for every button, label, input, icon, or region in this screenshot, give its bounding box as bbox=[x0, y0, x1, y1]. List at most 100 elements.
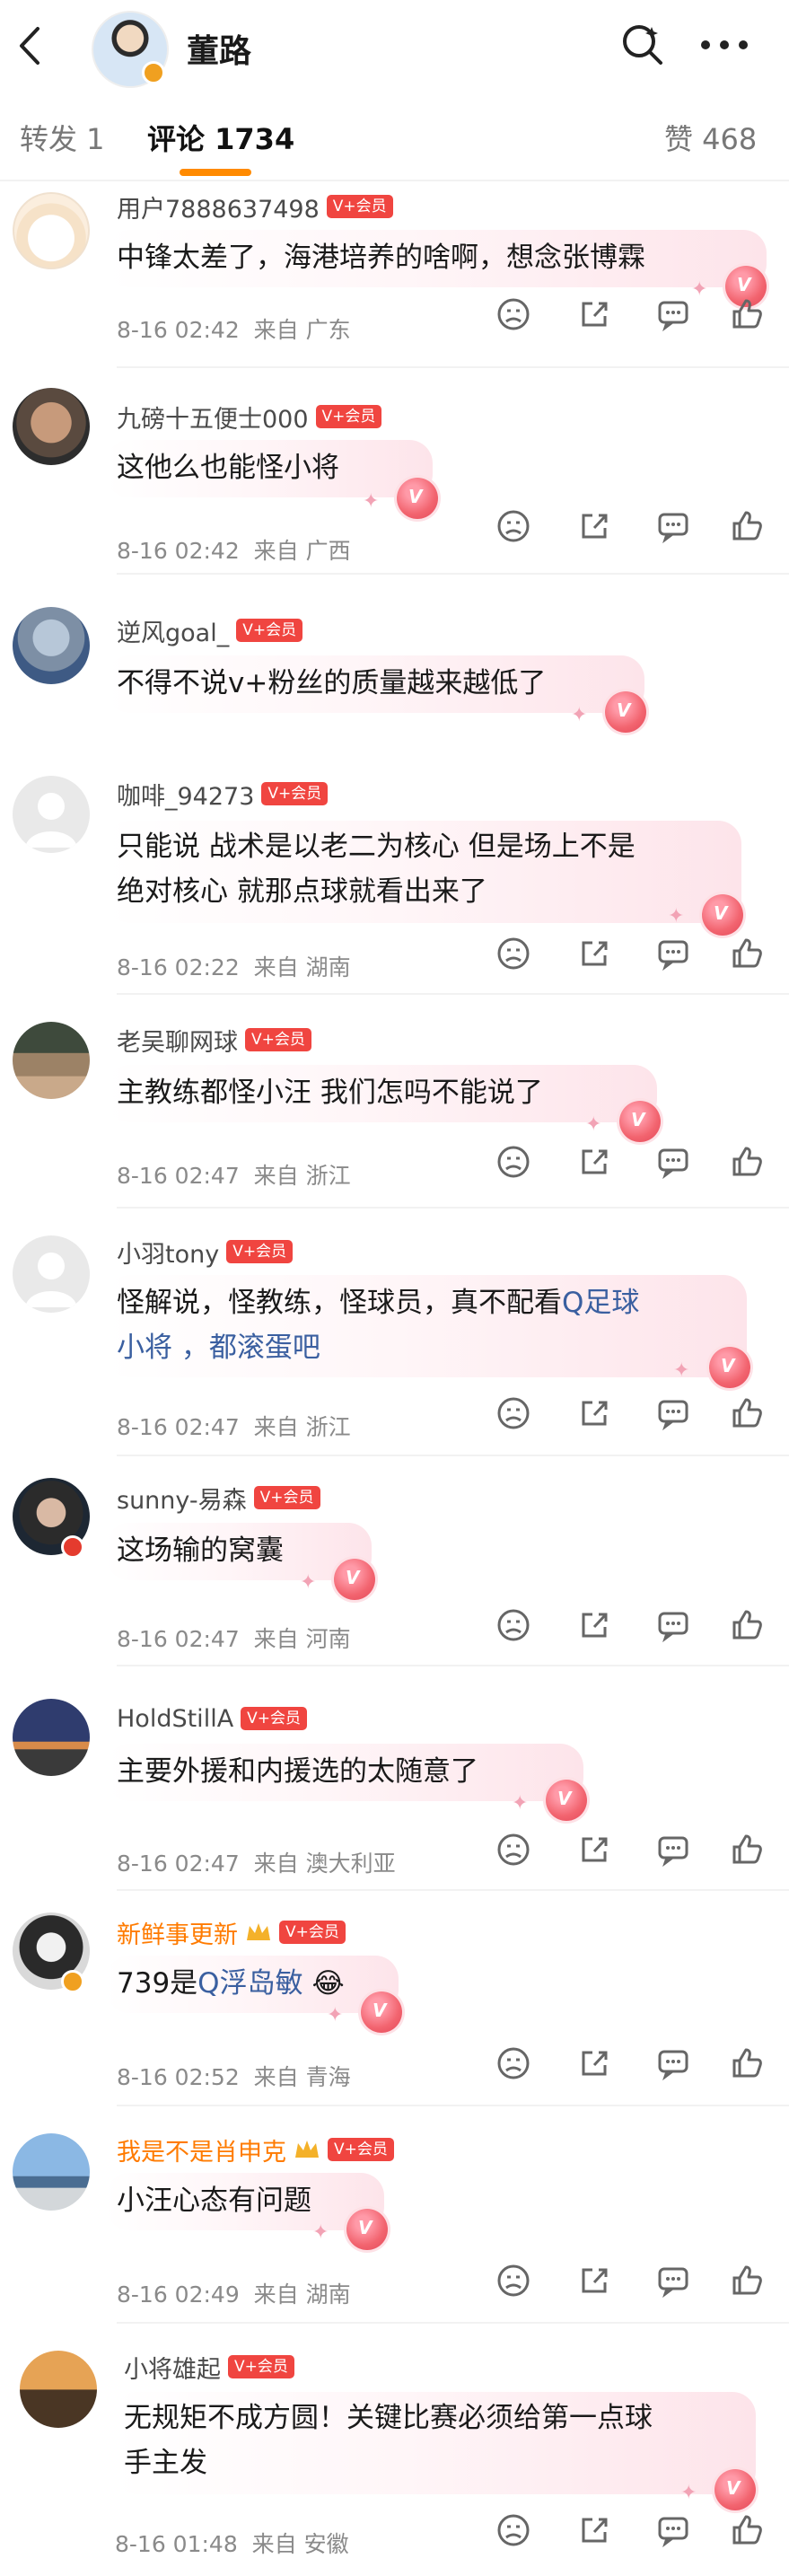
username[interactable]: 用户7888637498 bbox=[117, 189, 320, 224]
sparkle-icon: ✦ bbox=[512, 1792, 529, 1815]
share-icon[interactable] bbox=[576, 2045, 612, 2081]
more-options-icon[interactable] bbox=[697, 22, 752, 68]
comment-header: 老吴聊网球 V+会员 bbox=[117, 1022, 311, 1058]
like-icon[interactable] bbox=[729, 1395, 765, 1431]
like-icon[interactable] bbox=[729, 1832, 765, 1868]
like-icon[interactable] bbox=[729, 508, 765, 544]
comment-icon[interactable] bbox=[655, 2045, 691, 2081]
tab-bar: 转发 1 评论 1734 赞 468 bbox=[0, 99, 789, 180]
username[interactable]: 老吴聊网球 bbox=[117, 1023, 238, 1058]
dislike-icon[interactable] bbox=[495, 936, 531, 971]
comment-meta: 8-16 02:47 来自 浙江 bbox=[117, 1158, 351, 1191]
dislike-icon[interactable] bbox=[495, 1144, 531, 1180]
avatar[interactable] bbox=[13, 776, 90, 853]
comment-icon[interactable] bbox=[655, 508, 691, 544]
username[interactable]: 咖啡_94273 bbox=[117, 777, 254, 812]
like-icon[interactable] bbox=[729, 2263, 765, 2299]
sparkle-icon: ✦ bbox=[691, 278, 708, 301]
dislike-icon[interactable] bbox=[495, 1607, 531, 1643]
sparkle-icon: ✦ bbox=[673, 1359, 690, 1382]
comment-time: 8-16 02:22 bbox=[117, 954, 240, 980]
share-icon[interactable] bbox=[576, 296, 612, 332]
comment-icon[interactable] bbox=[655, 936, 691, 971]
share-icon[interactable] bbox=[576, 508, 612, 544]
comment-item: 逆风goal_ V+会员 V ✦ 不得不说v+粉丝的质量越来越低了 bbox=[0, 596, 789, 749]
share-icon[interactable] bbox=[576, 2263, 612, 2299]
comment-icon[interactable] bbox=[655, 1395, 691, 1431]
avatar[interactable] bbox=[13, 388, 90, 465]
sparkle-icon: ✦ bbox=[363, 490, 380, 513]
like-icon[interactable] bbox=[729, 936, 765, 971]
sparkle-icon: ✦ bbox=[680, 2482, 697, 2504]
username[interactable]: 逆风goal_ bbox=[117, 613, 229, 648]
comment-location: 来自 浙江 bbox=[253, 1414, 351, 1440]
dislike-icon[interactable] bbox=[495, 1395, 531, 1431]
divider bbox=[117, 1207, 789, 1209]
vip-bubble-icon: V bbox=[546, 1780, 587, 1821]
like-icon[interactable] bbox=[729, 296, 765, 332]
vip-bubble-icon: V bbox=[361, 1991, 402, 2033]
share-icon[interactable] bbox=[576, 1832, 612, 1868]
comment-icon[interactable] bbox=[655, 2263, 691, 2299]
comment-meta: 8-16 02:47 来自 澳大利亚 bbox=[117, 1846, 396, 1878]
comment-icon[interactable] bbox=[655, 296, 691, 332]
username[interactable]: 新鲜事更新 bbox=[117, 1915, 238, 1950]
avatar[interactable] bbox=[20, 2351, 97, 2428]
page-title: 董路 bbox=[187, 33, 252, 70]
comment-header: 咖啡_94273 V+会员 bbox=[117, 776, 329, 812]
username[interactable]: HoldStillA bbox=[117, 1705, 233, 1733]
laughing-emoji-icon: 😂 bbox=[311, 1967, 345, 2000]
comment-icon[interactable] bbox=[655, 2512, 691, 2548]
username[interactable]: 小羽tony bbox=[117, 1235, 219, 1270]
avatar[interactable] bbox=[13, 1699, 90, 1776]
search-icon[interactable] bbox=[619, 22, 666, 68]
divider bbox=[117, 1665, 789, 1666]
comment-meta: 8-16 01:48 来自 安徽 bbox=[115, 2527, 349, 2559]
avatar[interactable] bbox=[13, 1235, 90, 1313]
comment-icon[interactable] bbox=[655, 1607, 691, 1643]
back-arrow-icon[interactable] bbox=[16, 25, 43, 66]
share-icon[interactable] bbox=[576, 1607, 612, 1643]
dislike-icon[interactable] bbox=[495, 508, 531, 544]
dislike-icon[interactable] bbox=[495, 2512, 531, 2548]
share-icon[interactable] bbox=[576, 936, 612, 971]
share-icon[interactable] bbox=[576, 2512, 612, 2548]
topic-link[interactable]: Q足球 bbox=[562, 1287, 639, 1319]
tab-repost[interactable]: 转发 1 bbox=[20, 117, 105, 158]
like-icon[interactable] bbox=[729, 2512, 765, 2548]
verified-badge-icon bbox=[61, 1970, 84, 1993]
like-icon[interactable] bbox=[729, 1144, 765, 1180]
avatar[interactable] bbox=[13, 2133, 90, 2211]
username[interactable]: 我是不是肖申克 bbox=[117, 2132, 286, 2167]
topic-link-continued[interactable]: 小将 ，都滚蛋吧 bbox=[117, 1332, 320, 1364]
vip-badge: V+会员 bbox=[326, 195, 393, 218]
comment-time: 8-16 02:52 bbox=[117, 2064, 240, 2090]
comment-meta: 8-16 02:42 来自 广东 bbox=[117, 312, 351, 345]
dislike-icon[interactable] bbox=[495, 2263, 531, 2299]
comment-text: 739是Q浮岛敏 😂 bbox=[117, 1961, 345, 2006]
comment-text: 中锋太差了，海港培养的啥啊，想念张博霖 bbox=[117, 242, 645, 274]
comment-header: 逆风goal_ V+会员 bbox=[117, 612, 303, 648]
comment-icon[interactable] bbox=[655, 1144, 691, 1180]
tab-likes[interactable]: 赞 468 bbox=[664, 117, 757, 158]
like-icon[interactable] bbox=[729, 1607, 765, 1643]
username[interactable]: sunny-易森 bbox=[117, 1481, 247, 1516]
like-icon[interactable] bbox=[729, 2045, 765, 2081]
dislike-icon[interactable] bbox=[495, 2045, 531, 2081]
comment-time: 8-16 01:48 bbox=[115, 2531, 238, 2557]
username[interactable]: 小将雄起 bbox=[124, 2350, 221, 2385]
avatar[interactable] bbox=[13, 1022, 90, 1099]
comment-location: 来自 安徽 bbox=[251, 2531, 349, 2557]
topic-link[interactable]: Q浮岛敏 bbox=[197, 1967, 302, 2000]
dislike-icon[interactable] bbox=[495, 296, 531, 332]
tab-comments[interactable]: 评论 1734 bbox=[147, 117, 294, 158]
avatar[interactable] bbox=[13, 192, 90, 269]
comment-icon[interactable] bbox=[655, 1832, 691, 1868]
avatar[interactable] bbox=[13, 607, 90, 684]
comment-meta: 8-16 02:49 来自 湖南 bbox=[117, 2277, 351, 2309]
dislike-icon[interactable] bbox=[495, 1832, 531, 1868]
share-icon[interactable] bbox=[576, 1395, 612, 1431]
vip-bubble-icon: V bbox=[619, 1101, 661, 1142]
username[interactable]: 九磅十五便士000 bbox=[117, 400, 309, 435]
share-icon[interactable] bbox=[576, 1144, 612, 1180]
